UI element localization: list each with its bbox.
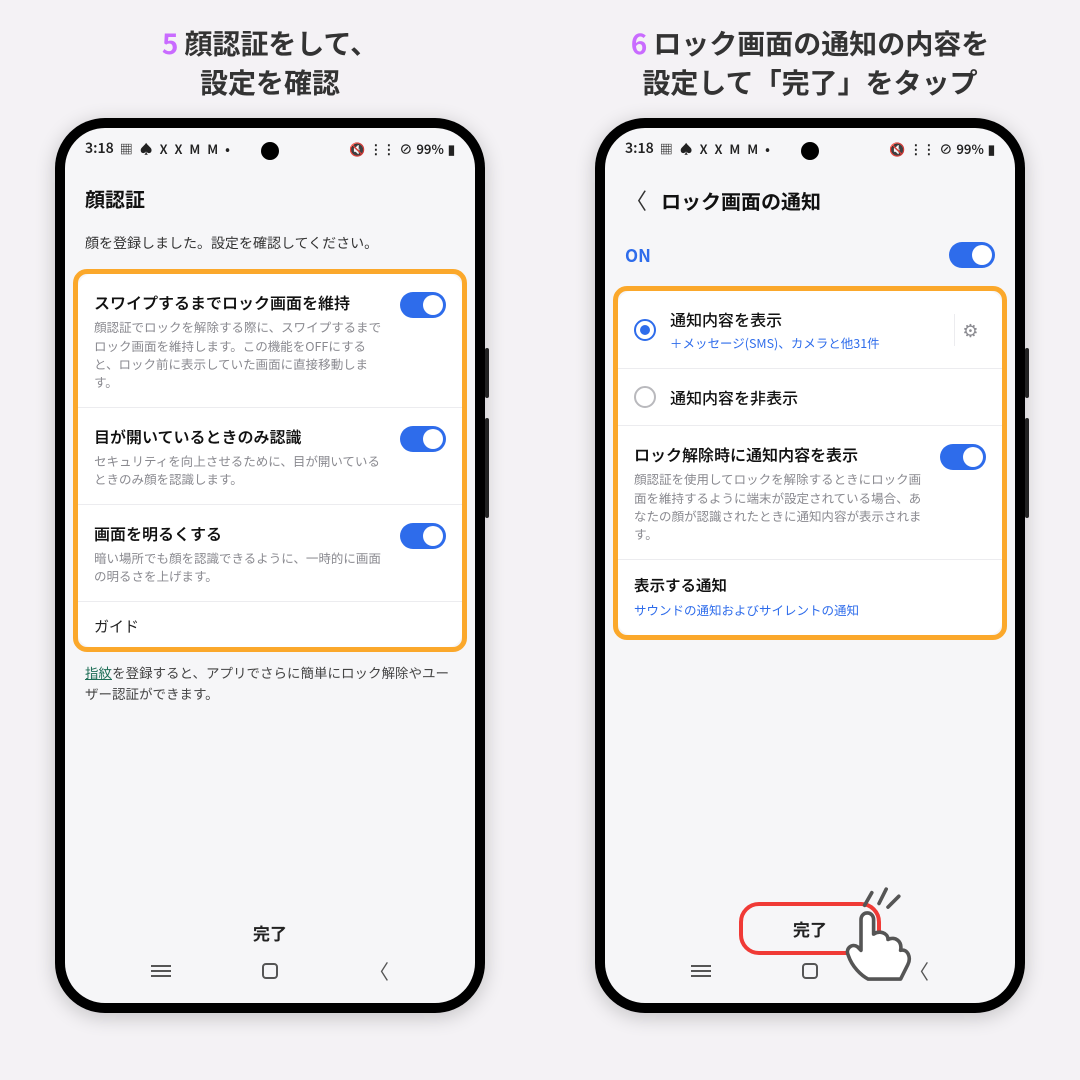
nav-recent-icon[interactable]	[691, 965, 711, 977]
page-title: 顔認証	[85, 184, 455, 213]
step6-text: ロック画面の通知の内容を 設定して「完了」をタップ	[642, 23, 989, 102]
nav-back-icon[interactable]: 〉	[909, 956, 929, 985]
setting-desc: セキュリティを向上させるために、目が開いているときのみ顔を認識します。	[94, 452, 388, 488]
toggle-brighten[interactable]	[400, 523, 446, 549]
mute-icon: 🔇	[349, 139, 365, 158]
status-icons-left: ▦ ♠ X X M M •	[120, 139, 232, 158]
step6-number: 6	[631, 23, 648, 63]
fingerprint-link[interactable]: 指紋	[85, 662, 112, 682]
phone-mockup-1: 3:18 ▦ ♠ X X M M • 🔇 ⋮⋮ ⊘ 99% ▮ 顔認証 顔を登録…	[55, 118, 485, 1013]
android-navbar: 〉	[605, 948, 1015, 993]
step5-caption: 5顔認証をして、 設定を確認	[40, 24, 500, 102]
highlight-box: スワイプするまでロック画面を維持 顔認証でロックを解除する際に、スワイプするまで…	[73, 269, 467, 652]
setting-title: 目が開いているときのみ認識	[94, 424, 388, 448]
back-icon[interactable]: 〈	[625, 184, 647, 216]
registered-note: 顔を登録しました。設定を確認してください。	[65, 227, 475, 269]
radio-hide-content[interactable]: 通知内容を非表示	[618, 368, 1002, 425]
setting-brighten[interactable]: 画面を明るくする 暗い場所でも顔を認識できるように、一時的に画面の明るさを上げま…	[78, 504, 462, 601]
highlight-box: 通知内容を表示 ＋メッセージ(SMS)、カメラと他31件 ⚙ 通知内容を非表示	[613, 286, 1007, 640]
radio-title: 通知内容を表示	[670, 307, 880, 331]
link-title: 表示する通知	[634, 574, 986, 596]
nav-recent-icon[interactable]	[151, 965, 171, 977]
step6-caption: 6ロック画面の通知の内容を 設定して「完了」をタップ	[580, 24, 1040, 102]
setting-swipe-lock[interactable]: スワイプするまでロック画面を維持 顔認証でロックを解除する際に、スワイプするまで…	[78, 274, 462, 407]
camera-notch	[801, 142, 819, 160]
radio-subtitle: ＋メッセージ(SMS)、カメラと他31件	[670, 333, 880, 352]
page-header: 〈 ロック画面の通知	[605, 162, 1015, 230]
camera-notch	[261, 142, 279, 160]
android-navbar: 〉	[65, 948, 475, 993]
wifi-icon: ⋮⋮	[909, 139, 935, 158]
setting-title: 画面を明るくする	[94, 521, 388, 545]
setting-title: スワイプするまでロック画面を維持	[94, 290, 388, 314]
on-label: ON	[625, 242, 651, 267]
setting-eyes-open[interactable]: 目が開いているときのみ認識 セキュリティを向上させるために、目が開いているときの…	[78, 407, 462, 504]
link-subtitle: サウンドの通知およびサイレントの通知	[634, 600, 986, 619]
page-title: ロック画面の通知	[661, 186, 821, 215]
battery-percentage: 99%	[416, 139, 443, 158]
battery-icon: ▮	[988, 139, 995, 158]
radio-icon[interactable]	[634, 319, 656, 341]
gear-icon[interactable]: ⚙	[954, 314, 986, 346]
mute-icon: 🔇	[889, 139, 905, 158]
status-time: 3:18	[85, 138, 114, 158]
toggle-master[interactable]	[949, 242, 995, 268]
battery-percentage: 99%	[956, 139, 983, 158]
nodata-icon: ⊘	[399, 139, 412, 158]
step5-text: 顔認証をして、 設定を確認	[184, 23, 378, 102]
wifi-icon: ⋮⋮	[369, 139, 395, 158]
nav-home-icon[interactable]	[802, 963, 818, 979]
setting-show-on-unlock[interactable]: ロック解除時に通知内容を表示 顔認証を使用してロックを解除するときにロック画面を…	[618, 425, 1002, 559]
fingerprint-footnote: 指紋を登録すると、アプリでさらに簡単にロック解除やユーザー認証ができます。	[65, 652, 475, 703]
guide-row[interactable]: ガイド	[78, 601, 462, 647]
toggle-show-on-unlock[interactable]	[940, 444, 986, 470]
setting-title: ロック解除時に通知内容を表示	[634, 442, 928, 466]
page-header: 顔認証	[65, 162, 475, 227]
nodata-icon: ⊘	[939, 139, 952, 158]
status-icons-left: ▦ ♠ X X M M •	[660, 139, 772, 158]
radio-show-content[interactable]: 通知内容を表示 ＋メッセージ(SMS)、カメラと他31件 ⚙	[618, 291, 1002, 368]
toggle-swipe-lock[interactable]	[400, 292, 446, 318]
step5-number: 5	[162, 23, 179, 63]
status-time: 3:18	[625, 138, 654, 158]
footnote-text: を登録すると、アプリでさらに簡単にロック解除やユーザー認証ができます。	[85, 662, 449, 702]
phone-mockup-2: 3:18 ▦ ♠ X X M M • 🔇 ⋮⋮ ⊘ 99% ▮ 〈 ロック画面の…	[595, 118, 1025, 1013]
nav-home-icon[interactable]	[262, 963, 278, 979]
battery-icon: ▮	[448, 139, 455, 158]
master-toggle-row[interactable]: ON	[605, 230, 1015, 286]
setting-desc: 顔認証を使用してロックを解除するときにロック画面を維持するように端末が設定されて…	[634, 470, 928, 543]
radio-icon[interactable]	[634, 386, 656, 408]
radio-title: 通知内容を非表示	[670, 385, 798, 409]
nav-back-icon[interactable]: 〉	[369, 956, 389, 985]
toggle-eyes-open[interactable]	[400, 426, 446, 452]
setting-desc: 暗い場所でも顔を認識できるように、一時的に画面の明るさを上げます。	[94, 549, 388, 585]
setting-desc: 顔認証でロックを解除する際に、スワイプするまでロック画面を維持します。この機能を…	[94, 318, 388, 391]
row-notifications-to-show[interactable]: 表示する通知 サウンドの通知およびサイレントの通知	[618, 559, 1002, 635]
